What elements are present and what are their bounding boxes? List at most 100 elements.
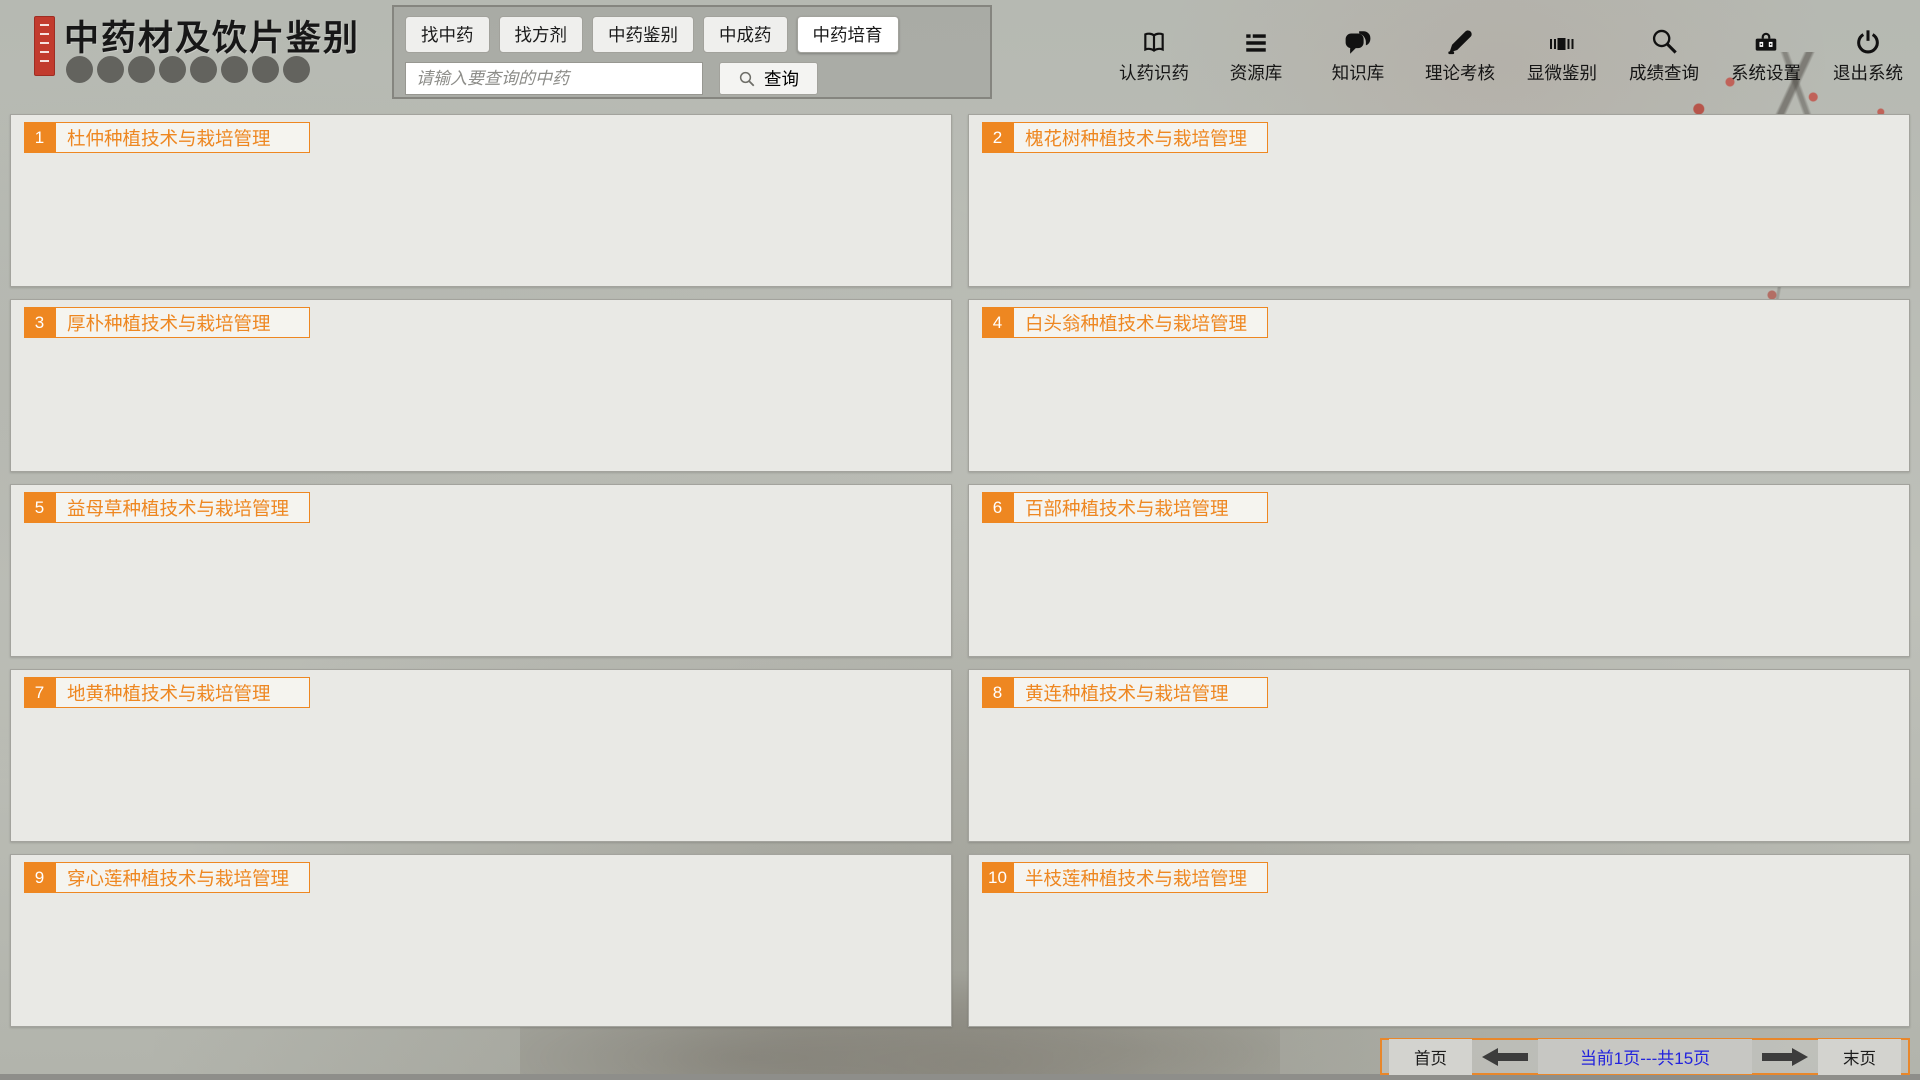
herb-card[interactable]: 1 杜仲种植技术与栽培管理 <box>10 114 952 287</box>
card-number-badge: 5 <box>24 492 55 523</box>
subtitle-char <box>97 56 124 83</box>
card-header: 10 半枝莲种植技术与栽培管理 <box>982 862 1896 893</box>
card-number-badge: 8 <box>982 677 1013 708</box>
herb-card[interactable]: 6 百部种植技术与栽培管理 <box>968 484 1910 657</box>
menu-item-label: 理论考核 <box>1425 60 1495 85</box>
herb-card[interactable]: 8 黄连种植技术与栽培管理 <box>968 669 1910 842</box>
search-input[interactable] <box>405 62 703 95</box>
pagination-next-arrow-icon[interactable] <box>1762 1048 1808 1066</box>
card-header: 6 百部种植技术与栽培管理 <box>982 492 1896 523</box>
pagination-bar: 首页 当前1页---共15页 末页 <box>1380 1038 1910 1075</box>
search-button[interactable]: 查询 <box>719 62 818 95</box>
nav-tab-label: 中药鉴别 <box>608 25 678 45</box>
subtitle-char <box>283 56 310 83</box>
menu-item-label: 资源库 <box>1230 60 1283 85</box>
nav-tab-label: 找方剂 <box>515 25 568 45</box>
card-title-link[interactable]: 白头翁种植技术与栽培管理 <box>1013 307 1268 338</box>
card-title-link[interactable]: 地黄种植技术与栽培管理 <box>55 677 310 708</box>
pagination-prev-arrow-icon[interactable] <box>1482 1048 1528 1066</box>
menu-item[interactable]: 系统设置 <box>1730 26 1802 85</box>
card-title-link[interactable]: 槐花树种植技术与栽培管理 <box>1013 122 1268 153</box>
nav-tabs: 找中药 找方剂 中药鉴别 中成药 中药培育 <box>405 16 979 53</box>
toolbox-icon <box>1751 26 1781 56</box>
card-title-link[interactable]: 穿心莲种植技术与栽培管理 <box>55 862 310 893</box>
nav-tab[interactable]: 中药培育 <box>797 16 899 53</box>
card-header: 3 厚朴种植技术与栽培管理 <box>24 307 938 338</box>
menu-item-label: 显微鉴别 <box>1527 60 1597 85</box>
card-number-badge: 6 <box>982 492 1013 523</box>
card-header: 1 杜仲种植技术与栽培管理 <box>24 122 938 153</box>
card-number-badge: 4 <box>982 307 1013 338</box>
card-number-badge: 9 <box>24 862 55 893</box>
card-title-link[interactable]: 杜仲种植技术与栽培管理 <box>55 122 310 153</box>
card-header: 5 益母草种植技术与栽培管理 <box>24 492 938 523</box>
list-icon <box>1242 26 1270 56</box>
card-header: 4 白头翁种植技术与栽培管理 <box>982 307 1896 338</box>
top-menu: 认药识药 资源库 知识库 理论考核 显微鉴别 成绩查询 系统设置 <box>1118 26 1904 85</box>
menu-item-label: 退出系统 <box>1833 60 1903 85</box>
card-number-badge: 3 <box>24 307 55 338</box>
card-title-link[interactable]: 厚朴种植技术与栽培管理 <box>55 307 310 338</box>
nav-tab[interactable]: 中成药 <box>703 16 788 53</box>
menu-item-label: 成绩查询 <box>1629 60 1699 85</box>
subtitle-char <box>221 56 248 83</box>
subtitle-char <box>190 56 217 83</box>
header: 中药材及饮片鉴别 找中药 找方剂 中药鉴别 中成药 中药培育 <box>0 0 1920 104</box>
search-row: 查询 <box>405 62 979 95</box>
menu-item-label: 认药识药 <box>1119 60 1189 85</box>
menu-item-label: 系统设置 <box>1731 60 1801 85</box>
nav-search-panel: 找中药 找方剂 中药鉴别 中成药 中药培育 查询 <box>392 5 992 99</box>
menu-item[interactable]: 认药识药 <box>1118 26 1190 85</box>
nav-tab[interactable]: 中药鉴别 <box>592 16 694 53</box>
nav-tab[interactable]: 找中药 <box>405 16 490 53</box>
subtitle-char <box>66 56 93 83</box>
menu-item[interactable]: 知识库 <box>1322 26 1394 85</box>
card-number-badge: 2 <box>982 122 1013 153</box>
herb-card[interactable]: 4 白头翁种植技术与栽培管理 <box>968 299 1910 472</box>
menu-item[interactable]: 理论考核 <box>1424 26 1496 85</box>
card-title-link[interactable]: 百部种植技术与栽培管理 <box>1013 492 1268 523</box>
microscope-slide-icon <box>1546 26 1578 56</box>
nav-tab-label: 中药培育 <box>813 25 883 45</box>
herb-card[interactable]: 5 益母草种植技术与栽培管理 <box>10 484 952 657</box>
card-title-link[interactable]: 半枝莲种植技术与栽培管理 <box>1013 862 1268 893</box>
menu-item[interactable]: 显微鉴别 <box>1526 26 1598 85</box>
herb-card[interactable]: 9 穿心莲种植技术与栽培管理 <box>10 854 952 1027</box>
menu-item-label: 知识库 <box>1332 60 1385 85</box>
subtitle-char <box>159 56 186 83</box>
nav-tab-label: 找中药 <box>421 25 474 45</box>
app-subtitle <box>66 56 310 83</box>
herb-card[interactable]: 7 地黄种植技术与栽培管理 <box>10 669 952 842</box>
logo-seal <box>34 16 55 76</box>
magnifier-icon <box>1650 26 1678 56</box>
card-number-badge: 7 <box>24 677 55 708</box>
search-icon <box>738 70 756 88</box>
pencil-icon <box>1446 26 1474 56</box>
card-title-link[interactable]: 益母草种植技术与栽培管理 <box>55 492 310 523</box>
card-header: 2 槐花树种植技术与栽培管理 <box>982 122 1896 153</box>
card-title-link[interactable]: 黄连种植技术与栽培管理 <box>1013 677 1268 708</box>
subtitle-char <box>252 56 279 83</box>
menu-item[interactable]: 退出系统 <box>1832 26 1904 85</box>
card-header: 8 黄连种植技术与栽培管理 <box>982 677 1896 708</box>
book-icon <box>1139 26 1169 56</box>
card-number-badge: 1 <box>24 122 55 153</box>
pagination-first-button[interactable]: 首页 <box>1389 1039 1472 1075</box>
chat-icon <box>1342 26 1374 56</box>
herb-card-grid: 1 杜仲种植技术与栽培管理 2 槐花树种植技术与栽培管理 3 厚朴种植技术与栽培… <box>10 114 1910 1027</box>
subtitle-char <box>128 56 155 83</box>
card-number-badge: 10 <box>982 862 1013 893</box>
herb-card[interactable]: 10 半枝莲种植技术与栽培管理 <box>968 854 1910 1027</box>
herb-card[interactable]: 2 槐花树种植技术与栽培管理 <box>968 114 1910 287</box>
menu-item[interactable]: 成绩查询 <box>1628 26 1700 85</box>
menu-item[interactable]: 资源库 <box>1220 26 1292 85</box>
pagination-status: 当前1页---共15页 <box>1538 1039 1752 1074</box>
power-icon <box>1854 26 1882 56</box>
card-header: 9 穿心莲种植技术与栽培管理 <box>24 862 938 893</box>
nav-tab-label: 中成药 <box>719 25 772 45</box>
pagination-last-button[interactable]: 末页 <box>1818 1039 1901 1075</box>
nav-tab[interactable]: 找方剂 <box>499 16 584 53</box>
card-header: 7 地黄种植技术与栽培管理 <box>24 677 938 708</box>
app-title: 中药材及饮片鉴别 <box>64 10 360 61</box>
herb-card[interactable]: 3 厚朴种植技术与栽培管理 <box>10 299 952 472</box>
